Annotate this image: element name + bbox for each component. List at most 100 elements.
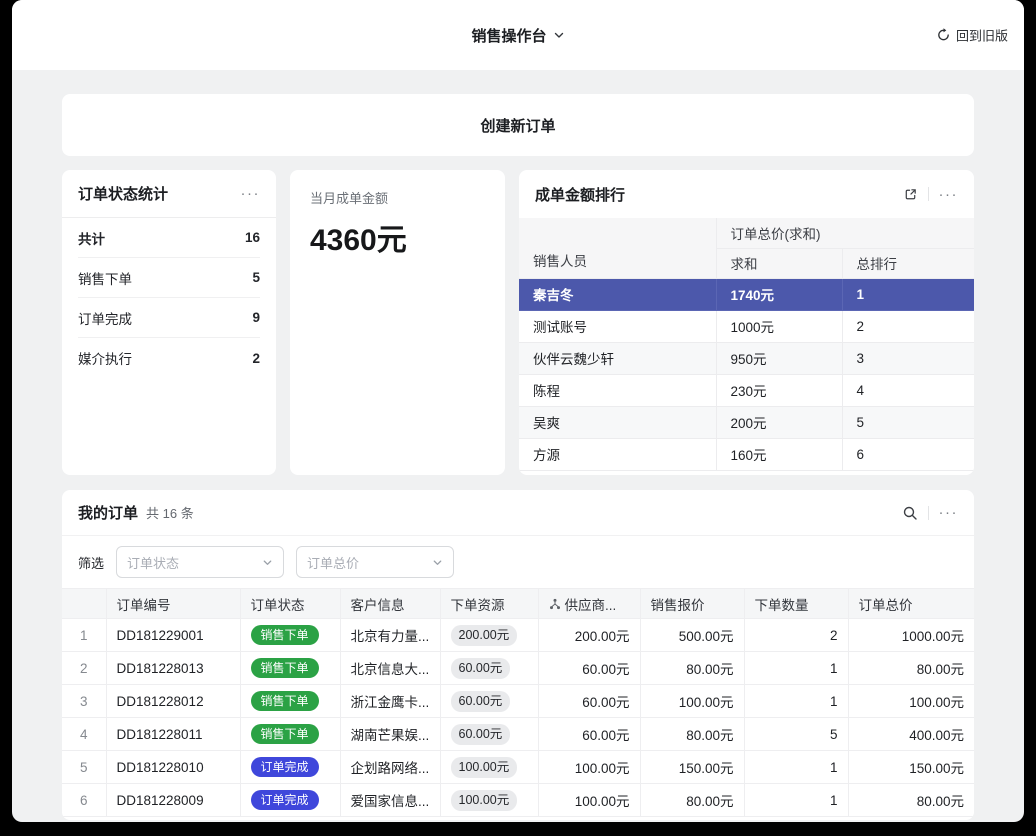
- total-cell[interactable]: 400.00元: [848, 718, 974, 751]
- search-icon[interactable]: [902, 505, 918, 521]
- ranking-card: 成单金额排行 ··· 销售人员 订单总价(求和): [519, 170, 974, 475]
- order-status-cell[interactable]: 销售下单: [240, 718, 340, 751]
- restore-icon: [936, 28, 951, 43]
- status-list-item: 共计 16: [78, 218, 260, 258]
- order-no-cell[interactable]: DD181228009: [106, 784, 240, 817]
- ranking-row: 伙伴云魏少轩 950元 3: [519, 342, 974, 374]
- ranking-row: 秦吉冬 1740元 1: [519, 278, 974, 310]
- chevron-down-icon: [432, 557, 443, 568]
- quote-cell[interactable]: 80.00元: [640, 718, 744, 751]
- customer-cell[interactable]: 爱国家信息...: [340, 784, 440, 817]
- qty-cell[interactable]: 1: [744, 784, 848, 817]
- status-value: 16: [245, 230, 260, 245]
- resource-cell[interactable]: 60.00元: [440, 652, 538, 685]
- order-status-cell[interactable]: 销售下单: [240, 685, 340, 718]
- col-quote: 销售报价: [640, 589, 744, 619]
- col-total: 订单总价: [848, 589, 974, 619]
- status-badge: 订单完成: [251, 757, 319, 777]
- order-row[interactable]: 4 DD181228011 销售下单 湖南芒果娱... 60.00元 60.00…: [62, 718, 974, 751]
- order-status-card: 订单状态统计 ··· 共计 16 销售下单 5 订单完成 9: [62, 170, 276, 475]
- customer-cell[interactable]: 浙江金鹰卡...: [340, 685, 440, 718]
- ranking-table: 销售人员 订单总价(求和) 求和 总排行 秦吉冬 1740元 1: [519, 218, 974, 471]
- stat-cards-row: 订单状态统计 ··· 共计 16 销售下单 5 订单完成 9: [62, 170, 974, 475]
- order-row[interactable]: 2 DD181228013 销售下单 北京信息大... 60.00元 60.00…: [62, 652, 974, 685]
- order-row[interactable]: 3 DD181228012 销售下单 浙江金鹰卡... 60.00元 60.00…: [62, 685, 974, 718]
- resource-cell[interactable]: 100.00元: [440, 784, 538, 817]
- ranking-col-sum: 求和: [716, 248, 842, 278]
- order-no-cell[interactable]: DD181228013: [106, 652, 240, 685]
- order-row[interactable]: 1 DD181229001 销售下单 北京有力量... 200.00元 200.…: [62, 619, 974, 652]
- supplier-cell[interactable]: 200.00元: [538, 619, 640, 652]
- supplier-cell[interactable]: 60.00元: [538, 652, 640, 685]
- order-no-cell[interactable]: DD181228012: [106, 685, 240, 718]
- quote-cell[interactable]: 150.00元: [640, 751, 744, 784]
- col-order-status: 订单状态: [240, 589, 340, 619]
- customer-cell[interactable]: 北京有力量...: [340, 619, 440, 652]
- quote-cell[interactable]: 500.00元: [640, 619, 744, 652]
- order-status-cell[interactable]: 销售下单: [240, 619, 340, 652]
- external-link-icon[interactable]: [903, 187, 918, 202]
- resource-cell[interactable]: 200.00元: [440, 619, 538, 652]
- total-cell[interactable]: 100.00元: [848, 685, 974, 718]
- total-cell[interactable]: 80.00元: [848, 784, 974, 817]
- quote-cell[interactable]: 100.00元: [640, 685, 744, 718]
- status-badge: 订单完成: [251, 790, 319, 810]
- resource-cell[interactable]: 100.00元: [440, 751, 538, 784]
- status-badge: 销售下单: [251, 724, 319, 744]
- status-value: 2: [252, 351, 260, 366]
- col-index: [62, 589, 106, 619]
- more-menu-icon[interactable]: ···: [241, 186, 261, 201]
- total-cell[interactable]: 1000.00元: [848, 619, 974, 652]
- ranking-row: 方源 160元 6: [519, 438, 974, 470]
- quote-cell[interactable]: 80.00元: [640, 784, 744, 817]
- customer-cell[interactable]: 北京信息大...: [340, 652, 440, 685]
- order-total-filter-select[interactable]: 订单总价: [296, 546, 454, 578]
- rank-rank-cell: 2: [842, 310, 974, 342]
- supplier-cell[interactable]: 100.00元: [538, 784, 640, 817]
- order-status-cell[interactable]: 订单完成: [240, 784, 340, 817]
- qty-cell[interactable]: 5: [744, 718, 848, 751]
- back-to-old-button[interactable]: 回到旧版: [936, 26, 1008, 45]
- quote-cell[interactable]: 80.00元: [640, 652, 744, 685]
- row-index: 2: [62, 652, 106, 685]
- order-no-cell[interactable]: DD181228011: [106, 718, 240, 751]
- create-order-button[interactable]: 创建新订单: [62, 94, 974, 156]
- resource-cell[interactable]: 60.00元: [440, 685, 538, 718]
- more-menu-icon[interactable]: ···: [939, 505, 959, 520]
- supplier-cell[interactable]: 60.00元: [538, 718, 640, 751]
- order-no-cell[interactable]: DD181228010: [106, 751, 240, 784]
- order-status-cell[interactable]: 订单完成: [240, 751, 340, 784]
- col-supplier: 供应商...: [538, 589, 640, 619]
- orders-count: 共 16 条: [146, 503, 194, 522]
- monthly-amount-card: 当月成单金额 4360元: [290, 170, 505, 475]
- ranking-card-actions: ···: [903, 187, 959, 202]
- status-badge: 销售下单: [251, 625, 319, 645]
- order-status-cell[interactable]: 销售下单: [240, 652, 340, 685]
- customer-cell[interactable]: 湖南芒果娱...: [340, 718, 440, 751]
- rank-sum-cell: 230元: [716, 374, 842, 406]
- qty-cell[interactable]: 2: [744, 619, 848, 652]
- my-orders-card: 我的订单 共 16 条 ··· 筛选 订单状态: [62, 490, 974, 820]
- order-status-filter-select[interactable]: 订单状态: [116, 546, 284, 578]
- qty-cell[interactable]: 1: [744, 685, 848, 718]
- page-title-dropdown[interactable]: 销售操作台: [471, 25, 564, 46]
- row-index: 4: [62, 718, 106, 751]
- supplier-cell[interactable]: 60.00元: [538, 685, 640, 718]
- filter-label: 筛选: [78, 553, 104, 572]
- divider: [928, 187, 929, 201]
- ranking-card-title: 成单金额排行: [535, 184, 625, 205]
- total-cell[interactable]: 150.00元: [848, 751, 974, 784]
- order-row[interactable]: 6 DD181228009 订单完成 爱国家信息... 100.00元 100.…: [62, 784, 974, 817]
- ranking-col-group: 订单总价(求和): [716, 218, 974, 248]
- supplier-cell[interactable]: 100.00元: [538, 751, 640, 784]
- order-no-cell[interactable]: DD181229001: [106, 619, 240, 652]
- resource-cell[interactable]: 60.00元: [440, 718, 538, 751]
- total-cell[interactable]: 80.00元: [848, 652, 974, 685]
- customer-cell[interactable]: 企划路网络...: [340, 751, 440, 784]
- qty-cell[interactable]: 1: [744, 751, 848, 784]
- order-row[interactable]: 5 DD181228010 订单完成 企划路网络... 100.00元 100.…: [62, 751, 974, 784]
- status-value: 5: [252, 270, 260, 285]
- qty-cell[interactable]: 1: [744, 652, 848, 685]
- more-menu-icon[interactable]: ···: [939, 187, 959, 202]
- orders-table: 订单编号 订单状态 客户信息 下单资源 供应商...: [62, 588, 974, 817]
